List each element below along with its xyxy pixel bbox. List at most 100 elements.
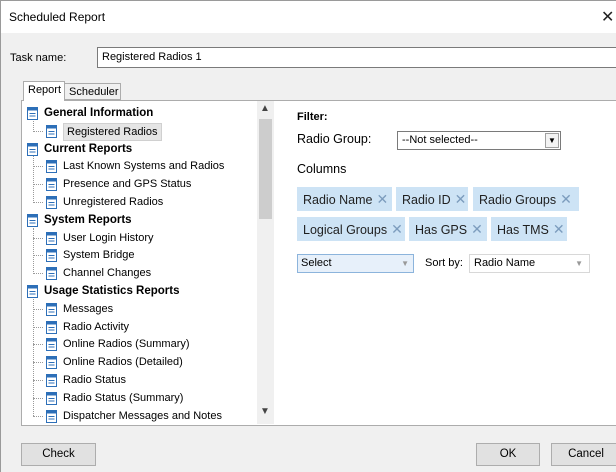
chevron-down-icon[interactable]: ▼ [401, 255, 409, 272]
tree-item[interactable]: Last Known Systems and Radios [23, 158, 257, 175]
chip-label: Logical Groups [303, 223, 388, 237]
tree-item[interactable]: Radio Status [23, 372, 257, 389]
tree-item[interactable]: Presence and GPS Status [23, 176, 257, 193]
tree-label: Online Radios (Detailed) [63, 356, 183, 369]
tree-connector [33, 237, 43, 239]
tree-label: Channel Changes [63, 267, 152, 280]
sort-by-select[interactable]: Radio Name ▼ [469, 254, 590, 273]
column-chip: Radio Name ✕ [297, 187, 392, 211]
report-document-icon [45, 266, 58, 281]
chip-label: Radio Name [303, 193, 373, 207]
remove-icon[interactable]: ✕ [455, 191, 467, 207]
tree-label: User Login History [63, 231, 154, 244]
task-name-input[interactable]: Registered Radios 1 [97, 47, 616, 68]
report-document-icon [45, 231, 58, 246]
tree-category[interactable]: System Reports [23, 212, 257, 229]
column-chip: Radio Groups ✕ [473, 187, 579, 211]
radio-group-select[interactable]: --Not selected-- ▼ [397, 131, 561, 150]
cancel-button[interactable]: Cancel [551, 443, 616, 466]
ok-button[interactable]: OK [476, 443, 540, 466]
tree-label: Radio Status (Summary) [63, 391, 184, 404]
tree-connector [33, 184, 43, 186]
tree-connector [33, 202, 43, 203]
column-select-value: Select [301, 257, 332, 269]
tree-label: Current Reports [44, 142, 133, 155]
tree-label: System Bridge [63, 249, 135, 262]
tree-item[interactable]: Unregistered Radios [23, 194, 257, 211]
remove-icon[interactable]: ✕ [553, 221, 565, 237]
task-name-label: Task name: [10, 52, 67, 64]
chevron-down-icon[interactable]: ▼ [575, 255, 583, 272]
report-document-icon [45, 124, 58, 139]
tree-item[interactable]: System Bridge [23, 247, 257, 264]
tree-label: Unregistered Radios [63, 196, 164, 208]
tree-category[interactable]: Current Reports [23, 141, 257, 158]
close-icon[interactable]: ✕ [601, 7, 614, 27]
tree-connector [33, 397, 43, 399]
report-document-icon [45, 320, 58, 335]
remove-icon[interactable]: ✕ [376, 191, 388, 207]
remove-icon[interactable]: ✕ [560, 191, 572, 207]
tree-item[interactable]: Online Radios (Detailed) [23, 354, 257, 371]
tree-label: General Information [44, 107, 154, 119]
remove-icon[interactable]: ✕ [391, 221, 403, 237]
tab-report[interactable]: Report [23, 81, 65, 101]
tree-label: Online Radios (Summary) [63, 338, 190, 351]
scheduled-report-dialog: Scheduled Report ✕ Task name: Registered… [0, 0, 616, 472]
tree-connector [33, 380, 43, 381]
tree-item[interactable]: Online Radios (Summary) [23, 336, 257, 353]
chevron-down-icon[interactable]: ▼ [545, 133, 559, 148]
tree-item[interactable]: Radio Status (Summary) [23, 390, 257, 407]
columns-label: Columns [297, 162, 347, 176]
tree-category[interactable]: General Information [23, 105, 257, 122]
report-document-icon [45, 355, 58, 370]
tree-item[interactable]: User Login History [23, 230, 257, 247]
tree-item[interactable]: Registered Radios [23, 122, 257, 141]
title-bar: Scheduled Report ✕ [1, 1, 616, 33]
report-document-icon [26, 106, 39, 121]
report-document-icon [26, 213, 39, 228]
tree-label: Radio Activity [63, 320, 130, 333]
report-document-icon [45, 391, 58, 406]
tree-connector [33, 166, 43, 168]
tree-connector [33, 120, 34, 132]
tree-item[interactable]: Messages [23, 301, 257, 318]
report-document-icon [26, 284, 39, 299]
tree-connector [33, 326, 43, 328]
column-chip: Radio ID ✕ [396, 187, 468, 211]
report-document-icon [45, 195, 58, 210]
tree-scrollbar[interactable]: ▲ ▼ [257, 101, 274, 424]
scroll-thumb[interactable] [259, 119, 272, 219]
radio-group-label: Radio Group: [297, 132, 372, 146]
tab-scheduler[interactable]: Scheduler [65, 83, 121, 100]
window-title: Scheduled Report [9, 10, 106, 24]
sort-by-label: Sort by: [425, 257, 463, 269]
tree-category[interactable]: Usage Statistics Reports [23, 283, 257, 300]
tree-label: Radio Status [63, 374, 126, 386]
tree-connector [33, 255, 43, 257]
tree-item[interactable]: Radio Activity [23, 319, 257, 336]
tree-label: Presence and GPS Status [63, 178, 192, 191]
remove-icon[interactable]: ✕ [471, 221, 483, 237]
tree-item[interactable]: Channel Changes [23, 265, 257, 282]
report-document-icon [45, 302, 58, 317]
tree-label: Messages [63, 302, 114, 315]
chip-label: Radio Groups [479, 193, 557, 207]
check-button[interactable]: Check [21, 443, 96, 466]
column-select[interactable]: Select ▼ [297, 254, 414, 273]
chip-label: Has GPS [415, 223, 468, 237]
scroll-down-icon[interactable]: ▼ [260, 406, 270, 417]
column-chip: Has TMS ✕ [491, 217, 567, 241]
report-document-icon [26, 142, 39, 157]
tree-label: Registered Radios [63, 122, 162, 141]
chip-label: Has TMS [497, 223, 549, 237]
filter-title: Filter: [297, 111, 328, 123]
report-document-icon [45, 337, 58, 352]
tree-item[interactable]: Dispatcher Messages and Notes [23, 408, 257, 424]
column-chip: Has GPS ✕ [409, 217, 487, 241]
column-chip: Logical Groups ✕ [297, 217, 405, 241]
report-document-icon [45, 177, 58, 192]
tree-connector [33, 130, 43, 132]
report-document-icon [45, 373, 58, 388]
scroll-up-icon[interactable]: ▲ [260, 103, 270, 114]
